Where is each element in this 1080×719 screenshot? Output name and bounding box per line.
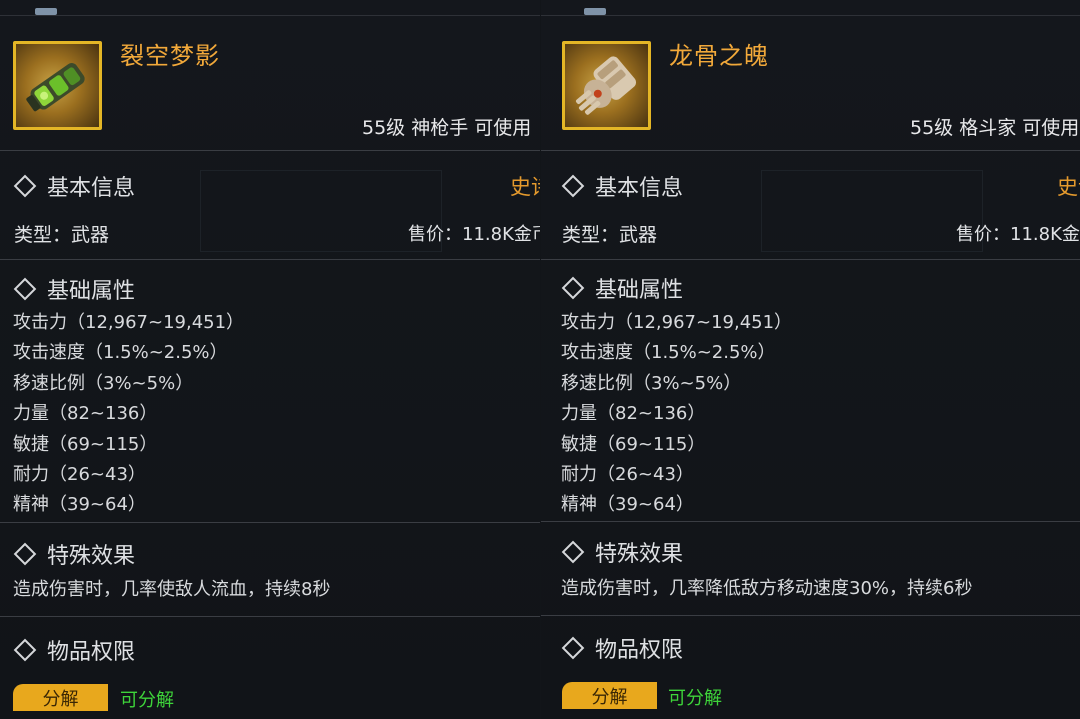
- bone-gauntlet-icon: [562, 41, 651, 130]
- attribute-row: 移速比例（3%~5%）: [561, 372, 742, 394]
- section-title: 基本信息: [595, 176, 684, 201]
- sell-price: 售价：11.8K金币: [956, 224, 1080, 245]
- item-name: 龙骨之魄: [669, 42, 769, 70]
- divider: [541, 150, 1080, 151]
- diamond-icon: [13, 277, 37, 301]
- item-tooltip-right: 龙骨之魄 55级 格斗家 可使用 基本信息 史诗 类型：武器 售价：11.8K金…: [541, 0, 1080, 719]
- divider: [0, 150, 540, 151]
- diamond-icon: [561, 636, 585, 660]
- divider: [541, 615, 1080, 616]
- section-special-effect: 特殊效果: [13, 538, 136, 570]
- rarity-label: 史诗: [1057, 175, 1080, 199]
- divider: [541, 521, 1080, 522]
- attribute-row: 耐力（26~43）: [561, 463, 694, 485]
- decompose-status: 可分解: [668, 688, 722, 709]
- section-permissions: 物品权限: [13, 634, 136, 666]
- section-title: 特殊效果: [47, 544, 136, 569]
- item-type: 类型：武器: [14, 224, 110, 246]
- item-type: 类型：武器: [562, 224, 658, 246]
- decompose-button[interactable]: 分解: [562, 682, 657, 709]
- decompose-button[interactable]: 分解: [13, 684, 108, 711]
- attribute-list: 攻击力（12,967~19,451） 攻击速度（1.5%~2.5%） 移速比例（…: [13, 310, 244, 523]
- section-title: 特殊效果: [595, 542, 684, 567]
- attribute-row: 移速比例（3%~5%）: [13, 372, 194, 394]
- attribute-row: 精神（39~64）: [13, 494, 146, 516]
- attribute-row: 攻击力（12,967~19,451）: [561, 312, 793, 333]
- gauntlet-icon: [13, 41, 102, 130]
- section-basic-info: 基本信息: [13, 170, 136, 202]
- section-permissions: 物品权限: [561, 632, 684, 664]
- attribute-list: 攻击力（12,967~19,451） 攻击速度（1.5%~2.5%） 移速比例（…: [561, 310, 792, 523]
- section-title: 基础属性: [47, 279, 136, 304]
- attribute-row: 攻击速度（1.5%~2.5%）: [561, 342, 776, 364]
- tooltip-tab[interactable]: [584, 8, 606, 15]
- item-name: 裂空梦影: [120, 42, 220, 70]
- attribute-row: 力量（82~136）: [561, 403, 706, 425]
- special-effect-text: 造成伤害时，几率降低敌方移动速度30%，持续6秒: [561, 578, 973, 599]
- section-base-attributes: 基础属性: [13, 273, 136, 305]
- divider: [0, 522, 540, 523]
- divider: [0, 259, 540, 260]
- attribute-row: 精神（39~64）: [561, 494, 694, 516]
- diamond-icon: [561, 276, 585, 300]
- sell-price: 售价：11.8K金币: [408, 224, 540, 245]
- section-base-attributes: 基础属性: [561, 272, 684, 304]
- tooltip-top-strip: [541, 0, 1080, 16]
- diamond-icon: [13, 174, 37, 198]
- diamond-icon: [561, 540, 585, 564]
- attribute-row: 攻击力（12,967~19,451）: [13, 312, 245, 333]
- level-requirement: 55级 神枪手 可使用: [362, 117, 532, 139]
- level-requirement: 55级 格斗家 可使用: [910, 117, 1080, 139]
- special-effect-text: 造成伤害时，几率使敌人流血，持续8秒: [13, 579, 331, 600]
- background-ghost: [761, 170, 983, 252]
- diamond-icon: [13, 638, 37, 662]
- attribute-row: 力量（82~136）: [13, 403, 158, 425]
- section-title: 物品权限: [47, 640, 136, 665]
- diamond-icon: [561, 174, 585, 198]
- section-special-effect: 特殊效果: [561, 536, 684, 568]
- diamond-icon: [13, 542, 37, 566]
- tooltip-top-strip: [0, 0, 540, 16]
- decompose-status: 可分解: [120, 690, 174, 711]
- attribute-row: 耐力（26~43）: [13, 463, 146, 485]
- attribute-row: 攻击速度（1.5%~2.5%）: [13, 342, 228, 364]
- section-basic-info: 基本信息: [561, 170, 684, 202]
- attribute-row: 敏捷（69~115）: [13, 433, 158, 455]
- section-title: 物品权限: [595, 638, 684, 663]
- section-title: 基础属性: [595, 278, 684, 303]
- item-tooltip-left: 裂空梦影 55级 神枪手 可使用 基本信息 史诗 类型：武器 售价：11.8K金…: [0, 0, 540, 719]
- tooltip-tab[interactable]: [35, 8, 57, 15]
- divider: [0, 616, 540, 617]
- attribute-row: 敏捷（69~115）: [561, 433, 706, 455]
- section-title: 基本信息: [47, 176, 136, 201]
- divider: [541, 259, 1080, 260]
- background-ghost: [200, 170, 442, 252]
- rarity-label: 史诗: [510, 175, 540, 199]
